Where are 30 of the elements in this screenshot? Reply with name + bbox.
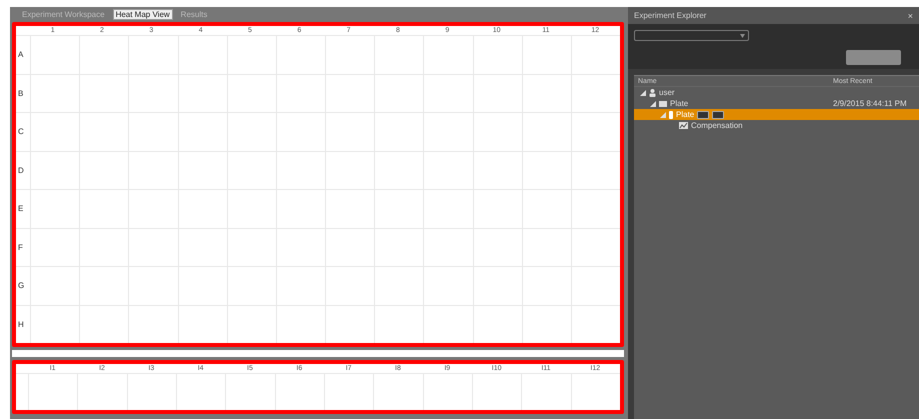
expand-icon[interactable]: [650, 100, 656, 106]
tree-row[interactable]: Plate: [634, 109, 919, 120]
tree-row[interactable]: Plate 2/9/2015 8:44:11 PM: [634, 98, 919, 109]
tree-label: Compensation: [691, 121, 743, 130]
tree-row[interactable]: user: [634, 87, 919, 98]
row-label: B: [17, 88, 24, 100]
row-label: F: [17, 242, 24, 254]
row-label: E: [17, 203, 24, 216]
row-label: D: [17, 164, 25, 177]
tab[interactable]: Heat Map View: [112, 9, 173, 20]
tree-label: Plate: [676, 110, 694, 119]
chart-icon: [679, 122, 688, 129]
row-label: A: [17, 49, 24, 62]
plate-icon: [659, 100, 667, 106]
tag-icon[interactable]: [697, 110, 710, 118]
tube-icon: [669, 110, 673, 118]
tag-icon[interactable]: [712, 110, 724, 118]
timestamp: 2/9/2015 8:44:11 PM: [833, 99, 908, 108]
caret-icon: [740, 34, 745, 38]
row-label: H: [17, 318, 25, 331]
tree-label: Plate: [670, 99, 688, 108]
tree-row[interactable]: Compensation: [634, 120, 919, 131]
expand-icon[interactable]: [640, 90, 646, 96]
dropdown[interactable]: [634, 30, 749, 41]
row-label: G: [17, 280, 26, 292]
tree-label: user: [659, 88, 675, 97]
row-label: C: [17, 126, 25, 138]
person-icon: [649, 88, 656, 96]
panel-title: Experiment Explorer: [634, 11, 706, 20]
close-icon[interactable]: ×: [908, 10, 913, 20]
